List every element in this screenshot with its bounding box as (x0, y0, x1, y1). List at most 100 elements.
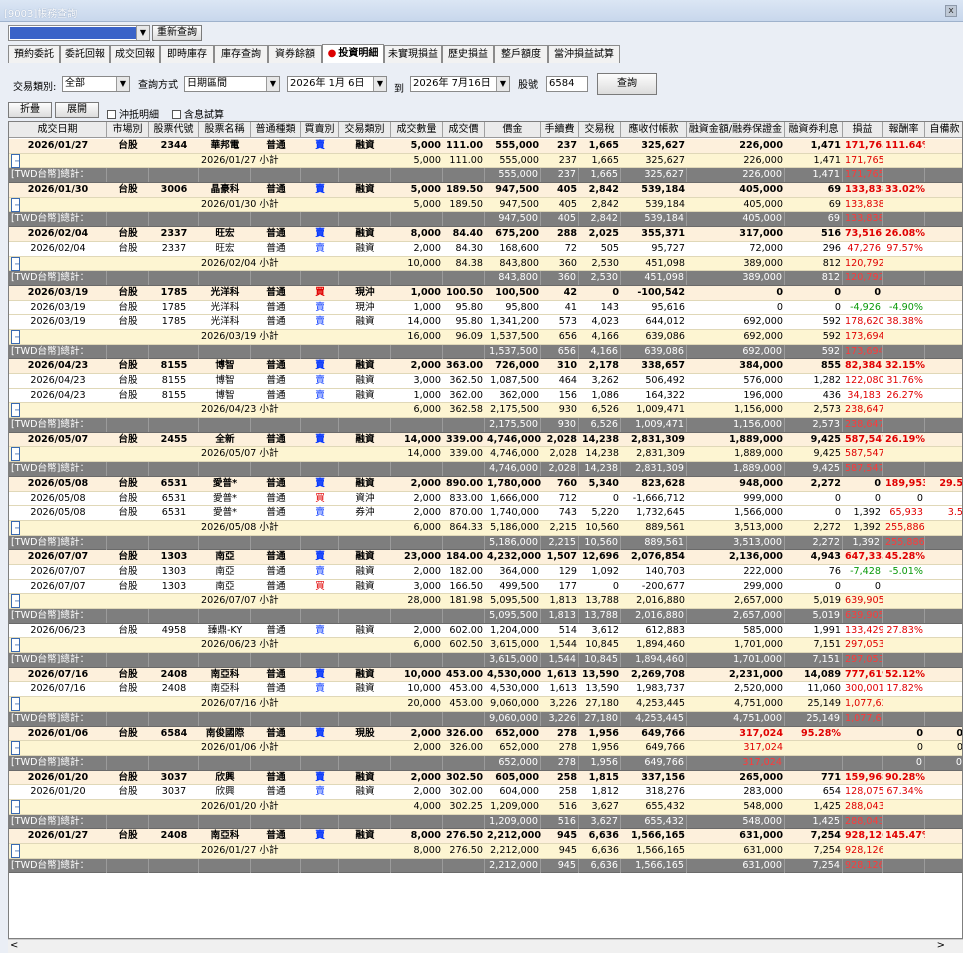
subtotal-row[interactable]: − 2026/05/08 小計 6,000 864.33 5,186,000 2,215 1… (9, 520, 962, 536)
table-row[interactable]: 2026/01/27 台股 2408 南亞科 普通 賣 融資 8,000 276.50 2,212… (9, 829, 962, 844)
tab-4[interactable]: 庫存查詢 (214, 45, 268, 63)
col-header-17[interactable]: 自備款 (925, 122, 962, 138)
table-row[interactable]: 2026/01/06 台股 6584 南俊國際 普通 賣 現股 2,000 326.00 652,… (9, 726, 962, 742)
total-row[interactable]: [TWD台幣]總計： 1,537,500 656 4,166 639,086 692,00… (9, 344, 962, 360)
collapse-button[interactable]: 折疊 (8, 102, 52, 118)
subtotal-row[interactable]: − 2026/07/07 小計 28,000 181.98 5,095,500 1,813… (9, 594, 962, 609)
collapse-icon[interactable]: − (11, 256, 20, 271)
tab-5[interactable]: 資券餘額 (268, 45, 322, 63)
col-header-1[interactable]: 市場別 (107, 122, 149, 138)
collapse-icon[interactable]: − (11, 520, 20, 535)
col-header-12[interactable]: 應收付帳款 (621, 122, 687, 138)
collapse-icon[interactable]: − (11, 447, 20, 462)
collapse-icon[interactable]: − (11, 799, 20, 814)
col-header-11[interactable]: 交易稅 (579, 122, 621, 138)
horizontal-scrollbar[interactable]: < > (8, 939, 963, 953)
table-row[interactable]: 2026/07/16 台股 2408 南亞科 普通 賣 融資 10,000 453.00 4,53… (9, 667, 962, 683)
table-row[interactable]: 2026/03/19 台股 1785 光洋科 普通 賣 現沖 1,000 95.80 95,800… (9, 300, 962, 316)
table-row[interactable]: 2026/07/16 台股 2408 南亞科 普通 賣 融資 10,000 453.00 4,53… (9, 682, 962, 698)
col-header-7[interactable]: 成交數量 (391, 122, 443, 138)
chevron-down-icon[interactable]: ▼ (116, 77, 129, 91)
table-row[interactable]: 2026/04/23 台股 8155 博智 普通 賣 融資 2,000 363.00 726,00… (9, 359, 962, 374)
tab-8[interactable]: 歷史損益 (442, 45, 494, 63)
table-row[interactable]: 2026/07/07 台股 1303 南亞 普通 買 融資 3,000 166.50 499,50… (9, 579, 962, 595)
collapse-icon[interactable]: − (11, 329, 20, 344)
subtotal-row[interactable]: − 2026/02/04 小計 10,000 84.38 843,800 360 2,530… (9, 256, 962, 272)
table-row[interactable]: 2026/03/19 台股 1785 光洋科 普通 賣 融資 14,000 95.80 1,341… (9, 315, 962, 330)
date-from-picker[interactable]: 2026年 1月 6日 ▼ (287, 76, 387, 92)
chevron-down-icon[interactable]: ▼ (373, 77, 386, 91)
trade-type-select[interactable]: 全部 ▼ (62, 76, 130, 92)
scroll-left-icon[interactable]: < (10, 940, 18, 951)
stock-input[interactable]: 6584 (546, 76, 588, 92)
chevron-down-icon[interactable]: ▼ (266, 77, 279, 91)
table-row[interactable]: 2026/01/20 台股 3037 欣興 普通 賣 融資 2,000 302.50 605,00… (9, 770, 962, 786)
table-row[interactable]: 2026/04/23 台股 8155 博智 普通 賣 融資 1,000 362.00 362,00… (9, 388, 962, 404)
col-header-3[interactable]: 股票名稱 (199, 122, 251, 138)
total-row[interactable]: [TWD台幣]總計： 555,000 237 1,665 325,627 226,000 1… (9, 168, 962, 184)
subtotal-row[interactable]: − 2026/05/07 小計 14,000 339.00 4,746,000 2,028… (9, 447, 962, 463)
query-mode-select[interactable]: 日期區間 ▼ (184, 76, 280, 92)
total-row[interactable]: [TWD台幣]總計： 1,209,000 516 3,627 655,432 548,00… (9, 814, 962, 830)
total-row[interactable]: [TWD台幣]總計： 652,000 278 1,956 649,766 317,024 0… (9, 755, 962, 771)
col-header-2[interactable]: 股票代號 (149, 122, 199, 138)
col-header-6[interactable]: 交易類別 (339, 122, 391, 138)
table-row[interactable]: 2026/01/30 台股 3006 晶豪科 普通 賣 融資 5,000 189.50 947,5… (9, 183, 962, 198)
col-header-15[interactable]: 損益 (843, 122, 883, 138)
close-icon[interactable]: x (945, 5, 957, 17)
table-row[interactable]: 2026/05/08 台股 6531 愛普* 普通 賣 融資 2,000 890.00 1,780… (9, 476, 962, 492)
account-select[interactable]: ▼ (8, 25, 150, 41)
total-row[interactable]: [TWD台幣]總計： 2,212,000 945 6,636 1,566,165 631,… (9, 858, 962, 874)
scroll-right-icon[interactable]: > (937, 940, 945, 951)
table-row[interactable]: 2026/04/23 台股 8155 博智 普通 賣 融資 3,000 362.50 1,087,… (9, 374, 962, 389)
table-row[interactable]: 2026/07/07 台股 1303 南亞 普通 賣 融資 23,000 184.00 4,232… (9, 550, 962, 565)
subtotal-row[interactable]: − 2026/01/27 小計 5,000 111.00 555,000 237 1,665… (9, 153, 962, 169)
collapse-icon[interactable]: − (11, 594, 20, 609)
table-row[interactable]: 2026/03/19 台股 1785 光洋科 普通 買 現沖 1,000 100.50 100,5… (9, 285, 962, 301)
total-row[interactable]: [TWD台幣]總計： 5,186,000 2,215 10,560 889,561 3,5… (9, 535, 962, 551)
table-row[interactable]: 2026/01/27 台股 2344 華邦電 普通 賣 融資 5,000 111.00 555,0… (9, 139, 962, 154)
table-row[interactable]: 2026/05/07 台股 2455 全新 普通 賣 融資 14,000 339.00 4,746… (9, 432, 962, 448)
interest-calc-checkbox[interactable]: 含息試算 (172, 106, 224, 121)
tab-9[interactable]: 整戶額度 (494, 45, 548, 63)
col-header-16[interactable]: 報酬率 (883, 122, 925, 138)
table-row[interactable]: 2026/05/08 台股 6531 愛普* 普通 買 資沖 2,000 833.00 1,666… (9, 491, 962, 507)
table-row[interactable]: 2026/02/04 台股 2337 旺宏 普通 賣 融資 2,000 84.30 168,600… (9, 241, 962, 257)
table-row[interactable]: 2026/07/07 台股 1303 南亞 普通 賣 融資 2,000 182.00 364,00… (9, 564, 962, 580)
tab-3[interactable]: 即時庫存 (160, 45, 214, 63)
total-row[interactable]: [TWD台幣]總計： 2,175,500 930 6,526 1,009,471 1,15… (9, 418, 962, 433)
col-header-9[interactable]: 價金 (485, 122, 541, 138)
subtotal-row[interactable]: − 2026/04/23 小計 6,000 362.58 2,175,500 930 6,5… (9, 403, 962, 419)
subtotal-row[interactable]: − 2026/07/16 小計 20,000 453.00 9,060,000 3,226… (9, 697, 962, 712)
collapse-icon[interactable]: − (11, 403, 20, 418)
subtotal-row[interactable]: − 2026/03/19 小計 16,000 96.09 1,537,500 656 4,1… (9, 329, 962, 345)
col-header-13[interactable]: 融資金額/融券保證金 (687, 122, 785, 138)
table-row[interactable]: 2026/01/20 台股 3037 欣興 普通 賣 融資 2,000 302.00 604,00… (9, 785, 962, 800)
col-header-0[interactable]: 成交日期 (9, 122, 107, 138)
collapse-icon[interactable]: − (11, 638, 20, 653)
subtotal-row[interactable]: − 2026/06/23 小計 6,000 602.50 3,615,000 1,544 1… (9, 638, 962, 654)
requery-button[interactable]: 重新查詢 (152, 25, 202, 41)
collapse-icon[interactable]: − (11, 844, 20, 858)
subtotal-row[interactable]: − 2026/01/20 小計 4,000 302.25 1,209,000 516 3,6… (9, 799, 962, 815)
checkbox-icon[interactable] (107, 110, 116, 119)
total-row[interactable]: [TWD台幣]總計： 4,746,000 2,028 14,238 2,831,309 1… (9, 462, 962, 477)
total-row[interactable]: [TWD台幣]總計： 843,800 360 2,530 451,098 389,000 8… (9, 271, 962, 286)
collapse-icon[interactable]: − (11, 153, 20, 168)
col-header-8[interactable]: 成交價 (443, 122, 485, 138)
query-button[interactable]: 查詢 (597, 73, 657, 95)
col-header-4[interactable]: 普通種類 (251, 122, 301, 138)
expand-button[interactable]: 展開 (55, 102, 99, 118)
subtotal-row[interactable]: − 2026/01/27 小計 8,000 276.50 2,212,000 945 6,6… (9, 844, 962, 859)
total-row[interactable]: [TWD台幣]總計： 947,500 405 2,842 539,184 405,000 6… (9, 212, 962, 228)
col-header-10[interactable]: 手續費 (541, 122, 579, 138)
subtotal-row[interactable]: − 2026/01/06 小計 2,000 326.00 652,000 278 1,956… (9, 741, 962, 756)
total-row[interactable]: [TWD台幣]總計： 5,095,500 1,813 13,788 2,016,880 2… (9, 609, 962, 624)
table-row[interactable]: 2026/05/08 台股 6531 愛普* 普通 賣 券沖 2,000 870.00 1,740… (9, 506, 962, 521)
subtotal-row[interactable]: − 2026/01/30 小計 5,000 189.50 947,500 405 2,842… (9, 197, 962, 213)
chevron-down-icon[interactable]: ▼ (136, 26, 149, 40)
col-header-14[interactable]: 融資券利息 (785, 122, 843, 138)
tab-0[interactable]: 預約委託 (8, 45, 60, 63)
collapse-icon[interactable]: − (11, 197, 20, 212)
chevron-down-icon[interactable]: ▼ (496, 77, 509, 91)
